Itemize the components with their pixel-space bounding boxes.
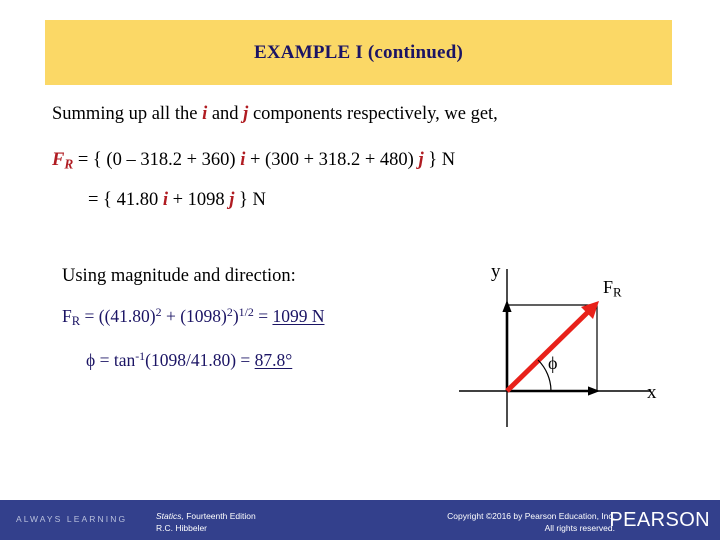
always-learning-tagline: ALWAYS LEARNING	[16, 514, 128, 524]
magnitude-equation: FR = ((41.80)2 + (1098)2)1/2 = 1099 N	[62, 305, 325, 329]
x-component-arrowhead	[588, 386, 600, 396]
equation1-j-terms: + (300 + 318.2 + 480)	[245, 150, 419, 170]
y-axis-label: y	[491, 261, 501, 282]
resultant-vector-label: FR	[603, 277, 622, 300]
summing-text-part3: components respectively, we get,	[248, 104, 498, 124]
book-author: R.C. Hibbeler	[156, 523, 208, 534]
phi-symbol: ϕ	[86, 349, 96, 370]
angle-equation: ϕ = tan-1(1098/41.80) = 87.8°	[86, 349, 293, 370]
summing-text-part1: Summing up all the	[52, 104, 203, 124]
title-banner: EXAMPLE I (continued)	[45, 20, 672, 85]
fr-symbol: F	[62, 305, 72, 326]
magnitude-half-power: 1/2	[238, 305, 254, 319]
magnitude-expr: = ((41.80)	[80, 305, 156, 326]
fr-subscript: R	[64, 156, 74, 172]
copyright-line-2: All rights reserved.	[544, 523, 615, 534]
book-credit: Statics, Fourteenth Edition R.C. Hibbele…	[156, 510, 256, 534]
equation1-close: } N	[423, 150, 456, 170]
book-title: Statics,	[156, 511, 184, 521]
fr-symbol: F	[52, 150, 65, 170]
magnitude-direction-heading: Using magnitude and direction:	[62, 266, 296, 286]
x-axis-label: x	[647, 382, 657, 403]
resultant-label-subscript: R	[613, 284, 622, 300]
angle-exponent: -1	[135, 349, 146, 363]
y-component-arrowhead	[502, 300, 512, 312]
page-title: EXAMPLE I (continued)	[254, 41, 463, 63]
equation2-lead: = { 41.80	[88, 190, 163, 210]
angle-label: ϕ	[548, 353, 558, 373]
equation2-close: } N	[234, 190, 266, 210]
equation1-i-terms: 318.2 + 360)	[140, 150, 241, 170]
summing-statement: Summing up all the i and j components re…	[52, 104, 498, 124]
angle-result: 87.8°	[254, 349, 293, 370]
angle-expr: = tan	[95, 349, 136, 370]
copyright-line-1: Copyright ©2016 by Pearson Education, In…	[447, 511, 615, 521]
magnitude-mid: + (1098)	[161, 305, 227, 326]
book-edition: Fourteenth Edition	[183, 511, 256, 521]
slide-canvas: EXAMPLE I (continued) Summing up all the…	[0, 0, 720, 540]
resultant-simplified-equation: = { 41.80 i + 1098 j } N	[88, 190, 266, 210]
summing-text-part2: and	[207, 104, 244, 124]
resultant-vector-diagram: y x FR ϕ	[455, 255, 685, 430]
equation2-mid: + 1098	[167, 190, 230, 210]
pearson-logo: PEARSON	[609, 509, 710, 531]
magnitude-equals: =	[253, 305, 273, 326]
equation1-open: = { (0	[73, 150, 127, 170]
resultant-component-equation: FR = { (0 – 318.2 + 360) i + (300 + 318.…	[52, 150, 455, 172]
equation1-minus: –	[126, 150, 141, 170]
resultant-label-fr: F	[603, 277, 614, 297]
magnitude-result: 1099 N	[272, 305, 325, 326]
angle-args: (1098/41.80) =	[145, 349, 255, 370]
fr-subscript: R	[71, 314, 81, 329]
resultant-vector	[505, 309, 591, 393]
copyright-notice: Copyright ©2016 by Pearson Education, In…	[447, 510, 615, 534]
footer-bar: ALWAYS LEARNING Statics, Fourteenth Edit…	[0, 500, 720, 540]
